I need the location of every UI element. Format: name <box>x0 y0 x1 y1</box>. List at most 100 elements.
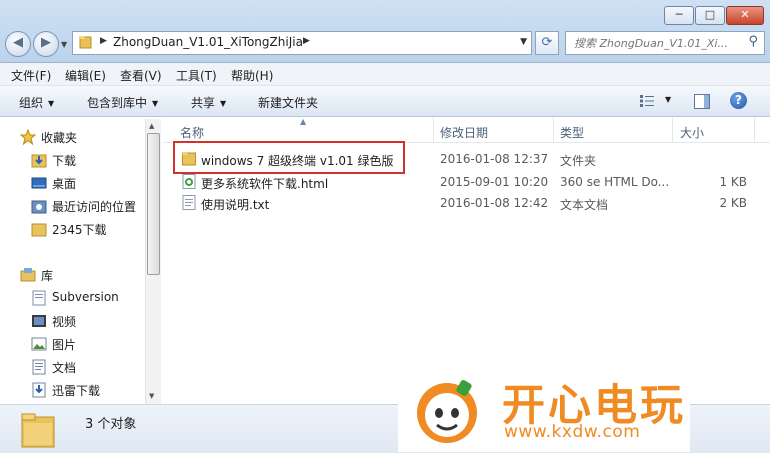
sidebar-item-label: 视频 <box>52 315 77 329</box>
breadcrumb-separator-icon[interactable]: ▶ <box>303 36 310 46</box>
menu-help[interactable]: 帮助(H) <box>231 67 273 84</box>
sidebar-item-label: 最近访问的位置 <box>52 200 137 214</box>
sidebar-item-label: 桌面 <box>52 177 77 191</box>
organize-label: 组织 <box>19 96 44 110</box>
window-controls: ─ □ ✕ <box>663 6 764 25</box>
download-folder-icon <box>31 154 47 168</box>
file-type: 360 se HTML Do... <box>560 175 670 189</box>
chevron-down-icon: ▼ <box>48 99 55 108</box>
navigation-pane: 收藏夹 下载 桌面 最近访问的位置 2345下载 库 Subversion 视频… <box>0 117 160 404</box>
close-icon: ✕ <box>740 8 750 21</box>
text-file-icon <box>182 195 196 210</box>
watermark-url: www.kxdw.com <box>504 422 641 442</box>
search-box[interactable]: ⚲ <box>565 31 765 55</box>
column-header-type[interactable]: 类型 <box>560 124 584 141</box>
column-divider[interactable] <box>433 117 434 142</box>
file-type: 文本文档 <box>560 198 609 212</box>
column-divider[interactable] <box>754 117 755 142</box>
new-folder-button[interactable]: 新建文件夹 <box>258 94 318 111</box>
menu-file[interactable]: 文件(F) <box>11 67 51 84</box>
file-modified: 2015-09-01 10:20 <box>440 175 549 189</box>
scroll-down-icon[interactable]: ▼ <box>149 392 154 400</box>
column-header-name[interactable]: 名称 <box>180 124 204 141</box>
title-bar: ─ □ ✕ ◀ ▶ ▼ ▶ ZhongDuan_V1.01_XiTongZhiJ… <box>0 0 770 63</box>
menu-tools[interactable]: 工具(T) <box>176 67 217 84</box>
include-in-library-button[interactable]: 包含到库中 ▼ <box>87 94 158 111</box>
sidebar-item-label: 2345下载 <box>52 223 107 237</box>
highlight-box <box>173 141 405 174</box>
watermark: 开心电玩 www.kxdw.com <box>398 367 690 452</box>
sidebar-item-label: 迅雷下载 <box>52 384 101 398</box>
file-type: 文件夹 <box>560 154 597 168</box>
address-path[interactable]: ZhongDuan_V1.01_XiTongZhiJia <box>113 35 303 49</box>
search-input[interactable] <box>572 34 736 53</box>
library-icon <box>20 268 36 282</box>
share-button[interactable]: 共享 ▼ <box>191 94 226 111</box>
sidebar-item-label: 收藏夹 <box>41 131 78 145</box>
folder-icon <box>21 413 55 448</box>
help-icon[interactable]: ? <box>730 92 747 109</box>
menu-edit[interactable]: 编辑(E) <box>65 67 106 84</box>
refresh-icon: ⟳ <box>541 35 553 50</box>
folder-icon <box>31 223 47 237</box>
menu-bar: 文件(F) 编辑(E) 查看(V) 工具(T) 帮助(H) <box>0 63 770 86</box>
back-button[interactable]: ◀ <box>5 31 31 57</box>
column-divider[interactable] <box>672 117 673 142</box>
forward-arrow-icon: ▶ <box>41 35 51 50</box>
minimize-icon: ─ <box>675 8 683 21</box>
navigation-scrollbar[interactable]: ▲ ▼ <box>145 119 161 404</box>
maximize-button[interactable]: □ <box>695 6 725 25</box>
address-bar[interactable]: ▶ ZhongDuan_V1.01_XiTongZhiJia ▶ ▼ <box>72 31 532 55</box>
back-arrow-icon: ◀ <box>13 35 23 50</box>
star-icon <box>20 129 36 145</box>
file-modified: 2016-01-08 12:42 <box>440 196 549 210</box>
table-row[interactable]: 更多系统软件下载.html 2015-09-01 10:20 360 se HT… <box>163 172 763 192</box>
recent-places-icon <box>31 200 47 214</box>
document-icon <box>32 359 46 375</box>
file-name: 更多系统软件下载.html <box>201 177 329 191</box>
minimize-button[interactable]: ─ <box>664 6 694 25</box>
scrollbar-thumb[interactable] <box>147 133 160 275</box>
html-file-icon <box>182 174 196 189</box>
file-name: 使用说明.txt <box>201 198 270 212</box>
refresh-button[interactable]: ⟳ <box>535 31 559 55</box>
chevron-down-icon: ▼ <box>152 99 159 108</box>
column-header-modified[interactable]: 修改日期 <box>440 124 488 141</box>
share-label: 共享 <box>191 96 216 110</box>
search-icon[interactable]: ⚲ <box>748 34 758 49</box>
view-options-icon[interactable] <box>640 95 654 107</box>
video-icon <box>32 315 46 327</box>
download-icon <box>32 382 46 398</box>
breadcrumb-separator-icon[interactable]: ▶ <box>100 36 107 46</box>
table-row[interactable]: 使用说明.txt 2016-01-08 12:42 文本文档 2 KB <box>163 193 763 213</box>
recent-pages-chevron-icon[interactable]: ▼ <box>61 40 67 49</box>
scroll-up-icon[interactable]: ▲ <box>149 122 154 130</box>
address-dropdown-icon[interactable]: ▼ <box>520 37 527 47</box>
include-library-label: 包含到库中 <box>87 96 148 110</box>
desktop-icon <box>31 177 47 189</box>
menu-view[interactable]: 查看(V) <box>120 67 162 84</box>
forward-button[interactable]: ▶ <box>33 31 59 57</box>
sidebar-item-label: 库 <box>41 269 54 283</box>
sort-ascending-icon: ▲ <box>300 117 307 126</box>
sidebar-item-label: 下载 <box>52 154 77 168</box>
view-chevron-down-icon[interactable]: ▼ <box>665 95 671 104</box>
picture-icon <box>31 337 47 351</box>
file-size: 2 KB <box>719 196 747 210</box>
column-header-size[interactable]: 大小 <box>680 124 704 141</box>
sidebar-item-label: 图片 <box>52 338 77 352</box>
new-folder-label: 新建文件夹 <box>258 96 319 110</box>
column-headers: ▲ 名称 修改日期 类型 大小 <box>163 117 770 143</box>
preview-pane-icon[interactable] <box>694 94 710 109</box>
column-divider[interactable] <box>553 117 554 142</box>
folder-icon <box>79 36 92 49</box>
file-modified: 2016-01-08 12:37 <box>440 152 549 166</box>
item-count: 3 个对象 <box>85 417 137 432</box>
library-icon <box>32 290 46 306</box>
close-button[interactable]: ✕ <box>726 6 764 25</box>
organize-button[interactable]: 组织 ▼ <box>19 94 54 111</box>
chevron-down-icon: ▼ <box>220 99 227 108</box>
mascot-logo-icon <box>417 380 477 443</box>
sidebar-item-label: Subversion <box>52 290 119 304</box>
sidebar-item-label: 文档 <box>52 361 77 375</box>
